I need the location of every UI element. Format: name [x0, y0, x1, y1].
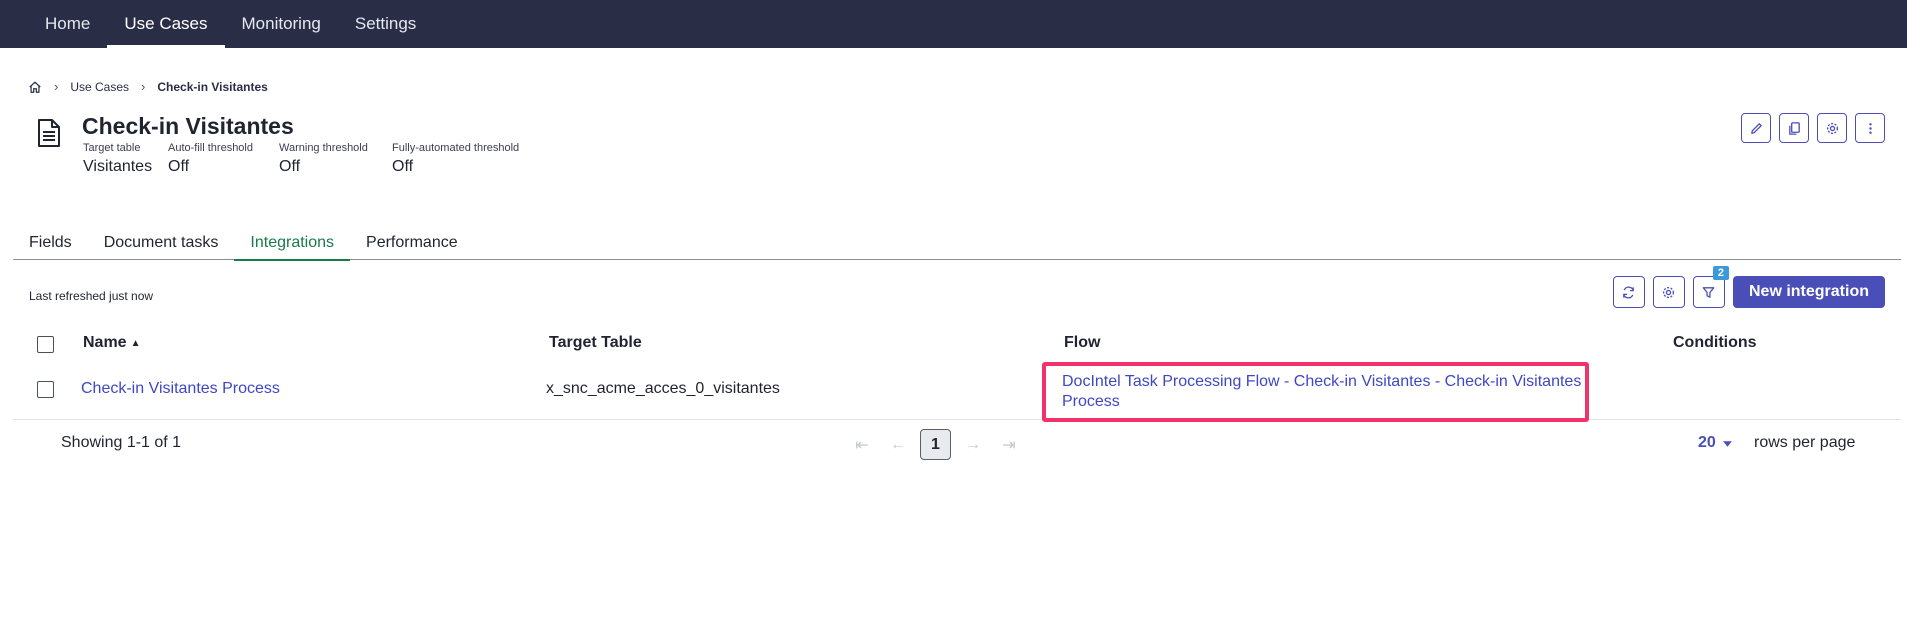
select-all-checkbox[interactable]	[37, 336, 54, 353]
meta-auto-fill-threshold: Auto-fill threshold Off	[168, 142, 253, 176]
meta-value: Off	[168, 158, 190, 175]
breadcrumb-current: Check-in Visitantes	[157, 79, 268, 94]
tab-integrations[interactable]: Integrations	[234, 228, 350, 261]
meta-value: Off	[279, 158, 301, 175]
filter-wrap: 2	[1692, 266, 1729, 308]
meta-value: Off	[392, 158, 414, 175]
chevron-right-icon: ›	[54, 79, 59, 94]
column-header-target-table[interactable]: Target Table	[549, 334, 642, 352]
meta-label: Auto-fill threshold	[168, 142, 253, 154]
breadcrumb-use-cases[interactable]: Use Cases	[70, 80, 129, 94]
copy-button[interactable]	[1779, 113, 1809, 143]
header-actions	[1741, 113, 1885, 143]
last-page-icon[interactable]: ⇥	[995, 431, 1023, 459]
refresh-icon	[1623, 286, 1635, 298]
refresh-button[interactable]	[1612, 276, 1645, 308]
edit-icon	[1750, 122, 1762, 134]
column-header-label: Name	[83, 334, 127, 351]
previous-page-icon[interactable]: ←	[884, 431, 912, 459]
tab-bar: Fields Document tasks Integrations Perfo…	[13, 228, 1901, 261]
settings-button[interactable]	[1817, 113, 1847, 143]
row-checkbox[interactable]	[37, 381, 54, 398]
breadcrumb: › Use Cases › Check-in Visitantes	[28, 79, 268, 94]
new-integration-button[interactable]: New integration	[1732, 276, 1885, 308]
column-header-name[interactable]: Name ▲	[83, 334, 140, 352]
tab-fields[interactable]: Fields	[13, 228, 88, 260]
page-title: Check-in Visitantes	[82, 113, 294, 139]
rows-per-page-label: rows per page	[1754, 434, 1856, 451]
table-header: Name ▲ Target Table Flow Conditions	[13, 326, 1901, 362]
chevron-right-icon: ›	[141, 79, 146, 94]
last-refreshed-text: Last refreshed just now	[29, 289, 154, 303]
nav-item-home[interactable]: Home	[28, 0, 107, 48]
gear-icon	[1663, 286, 1675, 298]
more-vertical-icon	[1868, 122, 1872, 134]
integrations-table: Name ▲ Target Table Flow Conditions Chec…	[13, 326, 1901, 420]
filter-button[interactable]	[1692, 276, 1725, 308]
filter-count-badge: 2	[1712, 266, 1729, 280]
nav-item-use-cases[interactable]: Use Cases	[107, 0, 225, 48]
meta-fully-automated-threshold: Fully-automated threshold Off	[392, 142, 519, 176]
pager: ⇤ ← 1 → ⇥	[848, 429, 1023, 460]
caret-down-icon	[1722, 440, 1732, 447]
target-table-cell: x_snc_acme_acces_0_visitantes	[546, 380, 780, 397]
flow-link[interactable]: DocIntel Task Processing Flow - Check-in…	[1062, 372, 1582, 412]
table-row: Check-in Visitantes Process x_snc_acme_a…	[13, 362, 1901, 420]
rows-per-page-value: 20	[1698, 434, 1716, 451]
tab-document-tasks[interactable]: Document tasks	[88, 228, 235, 260]
more-options-button[interactable]	[1855, 113, 1885, 143]
integration-name-link[interactable]: Check-in Visitantes Process	[81, 380, 280, 398]
first-page-icon[interactable]: ⇤	[848, 431, 876, 459]
rows-per-page-select[interactable]: 20	[1698, 434, 1733, 452]
document-icon	[36, 118, 62, 148]
meta-warning-threshold: Warning threshold Off	[279, 142, 368, 176]
table-settings-button[interactable]	[1652, 276, 1685, 308]
gear-icon	[1826, 122, 1838, 134]
meta-label: Fully-automated threshold	[392, 142, 520, 154]
filter-icon	[1703, 286, 1715, 298]
tab-performance[interactable]: Performance	[350, 228, 474, 260]
nav-item-settings[interactable]: Settings	[338, 0, 433, 48]
meta-label: Warning threshold	[279, 142, 368, 154]
next-page-icon[interactable]: →	[959, 431, 987, 459]
meta-value: Visitantes	[83, 158, 153, 175]
meta-target-table: Target table Visitantes	[83, 142, 152, 176]
meta-label: Target table	[83, 142, 141, 154]
copy-icon	[1788, 121, 1800, 135]
nav-item-monitoring[interactable]: Monitoring	[225, 0, 338, 48]
top-nav: Home Use Cases Monitoring Settings	[0, 0, 1907, 48]
pagination-summary: Showing 1-1 of 1	[61, 434, 182, 451]
column-header-conditions[interactable]: Conditions	[1673, 334, 1757, 352]
column-header-flow[interactable]: Flow	[1064, 334, 1100, 352]
edit-button[interactable]	[1741, 113, 1771, 143]
sort-ascending-icon: ▲	[130, 337, 141, 349]
page-button-current[interactable]: 1	[920, 429, 951, 460]
home-icon[interactable]	[28, 80, 42, 94]
table-toolbar: 2 New integration	[1612, 266, 1885, 308]
